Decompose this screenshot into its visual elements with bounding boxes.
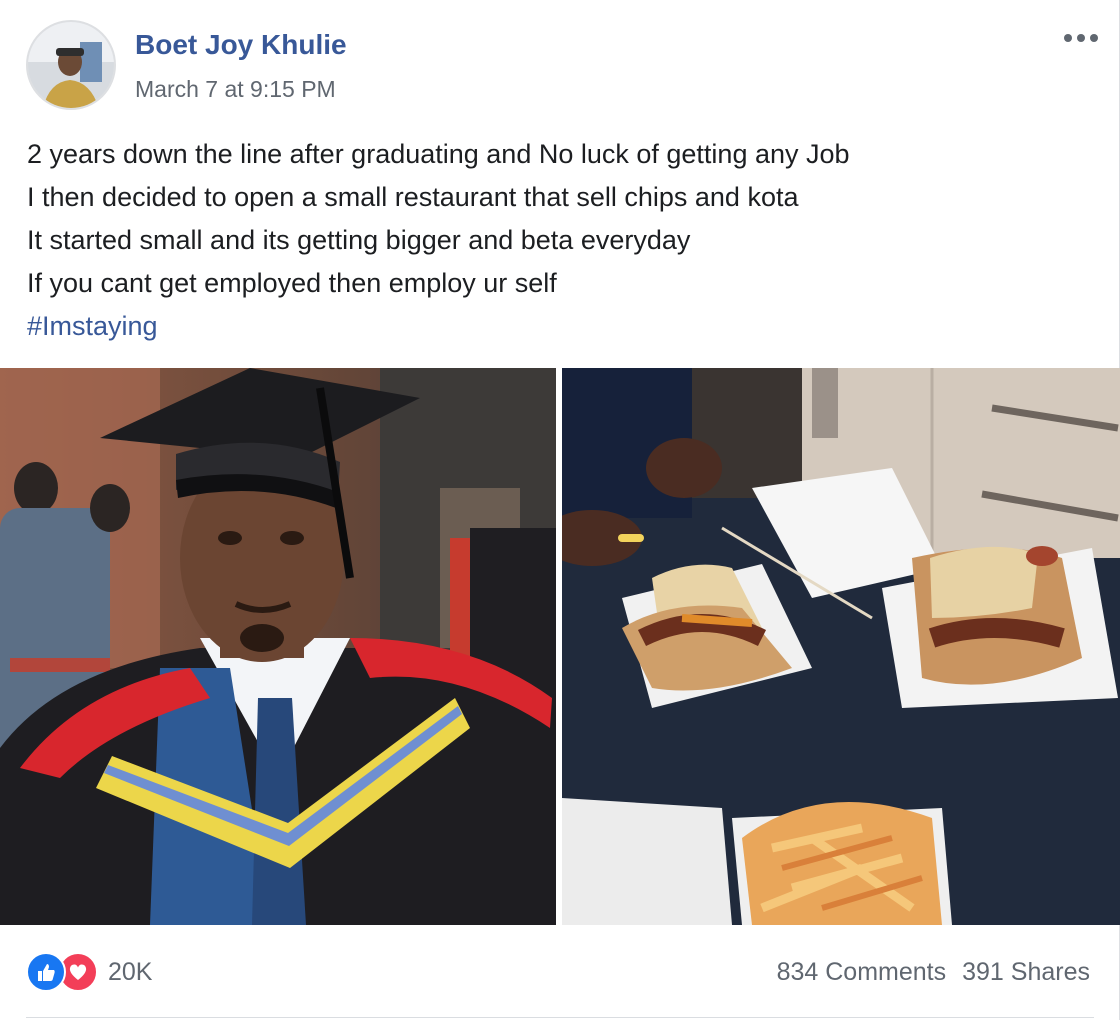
post-text-line: It started small and its getting bigger … [27,225,691,255]
photo-grid [0,368,1120,925]
post-text-line: 2 years down the line after graduating a… [27,139,850,169]
food-photo[interactable] [562,368,1120,925]
post-footer: 20K 834 Comments 391 Shares [0,925,1120,1020]
avatar-photo [28,22,114,108]
reaction-count: 20K [108,957,153,986]
post-text-line: If you cant get employed then employ ur … [27,268,557,298]
shares-count-link[interactable]: 391 Shares [962,958,1090,987]
like-icon [26,952,66,992]
reactions-summary[interactable]: 20K [26,952,152,992]
author-avatar[interactable] [26,20,116,110]
author-name[interactable]: Boet Joy Khulie [135,29,347,61]
comments-count-link[interactable]: 834 Comments [777,958,947,987]
more-options-icon[interactable] [1060,24,1102,52]
post-timestamp[interactable]: March 7 at 9:15 PM [135,76,336,103]
hashtag-link[interactable]: #Imstaying [27,305,1087,348]
facebook-post: Boet Joy Khulie March 7 at 9:15 PM 2 yea… [0,0,1120,1020]
graduation-photo[interactable] [0,368,556,925]
post-text: 2 years down the line after graduating a… [27,133,1087,348]
engagement-counts: 834 Comments 391 Shares [777,958,1090,987]
post-text-line: I then decided to open a small restauran… [27,182,799,212]
footer-divider [26,1017,1094,1018]
